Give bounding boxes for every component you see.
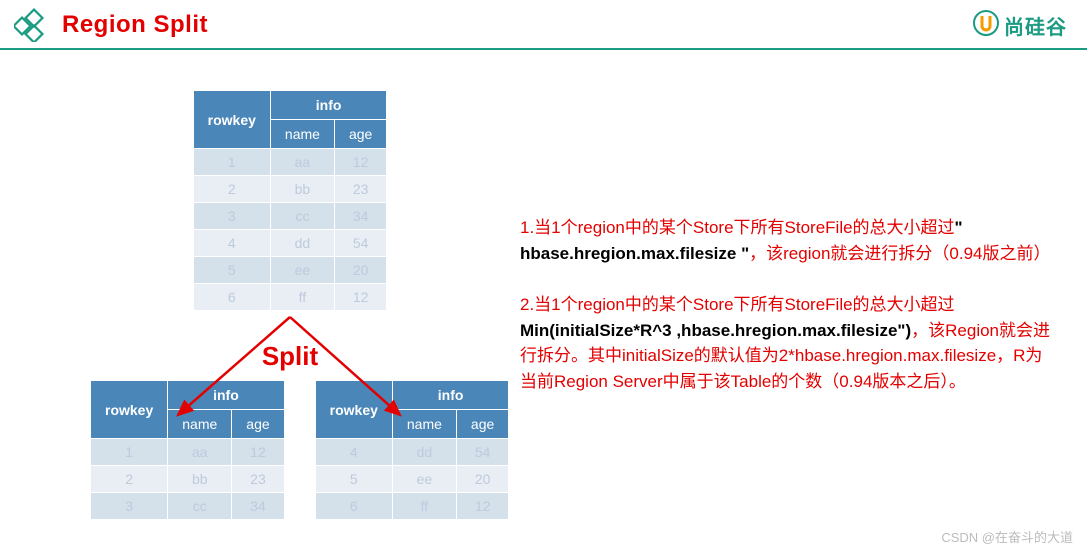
table-row: 4dd54 — [315, 439, 509, 466]
content: rowkey info name age 1aa122bb233cc344dd5… — [0, 50, 1087, 530]
th-rowkey: rowkey — [315, 381, 392, 439]
cell-age: 20 — [334, 257, 386, 284]
th-info: info — [392, 381, 508, 410]
cell-name: dd — [270, 230, 334, 257]
right-table: rowkey info name age 4dd545ee206ff12 — [315, 380, 510, 520]
cell-rowkey: 4 — [193, 230, 270, 257]
th-info: info — [270, 91, 386, 120]
table-row: 1aa12 — [91, 439, 285, 466]
cell-name: aa — [168, 439, 232, 466]
cell-age: 12 — [456, 493, 508, 520]
cell-name: bb — [168, 466, 232, 493]
rules-panel: 1.当1个region中的某个Store下所有StoreFile的总大小超过" … — [520, 90, 1057, 520]
table-row: 5ee20 — [315, 466, 509, 493]
cell-rowkey: 3 — [193, 203, 270, 230]
table-row: 3cc34 — [193, 203, 387, 230]
cell-rowkey: 1 — [193, 149, 270, 176]
cell-rowkey: 2 — [91, 466, 168, 493]
cell-rowkey: 6 — [193, 284, 270, 311]
logo-icon — [14, 8, 48, 42]
cell-rowkey: 3 — [91, 493, 168, 520]
cell-rowkey: 4 — [315, 439, 392, 466]
top-table-body: 1aa122bb233cc344dd545ee206ff12 — [193, 149, 387, 311]
brand-icon — [972, 9, 1000, 42]
cell-age: 20 — [456, 466, 508, 493]
split-area: Split rowkey info — [90, 341, 490, 520]
diagram-area: rowkey info name age 1aa122bb233cc344dd5… — [90, 90, 490, 520]
rule-2-bold: Min(initialSize*R^3 ,hbase.hregion.max.f… — [520, 321, 911, 340]
top-table: rowkey info name age 1aa122bb233cc344dd5… — [193, 90, 388, 311]
rule-2: 2.当1个region中的某个Store下所有StoreFile的总大小超过 Mi… — [520, 292, 1057, 394]
cell-rowkey: 1 — [91, 439, 168, 466]
cell-age: 34 — [232, 493, 284, 520]
brand-text: 尚硅谷 — [1004, 11, 1067, 40]
rule-1-text-a: 1.当1个region中的某个Store下所有StoreFile的总大小超过 — [520, 218, 955, 237]
cell-name: ee — [392, 466, 456, 493]
table-row: 2bb23 — [193, 176, 387, 203]
cell-name: bb — [270, 176, 334, 203]
right-table-body: 4dd545ee206ff12 — [315, 439, 509, 520]
th-name: name — [270, 120, 334, 149]
cell-rowkey: 6 — [315, 493, 392, 520]
th-rowkey: rowkey — [193, 91, 270, 149]
cell-name: dd — [392, 439, 456, 466]
table-row: 1aa12 — [193, 149, 387, 176]
th-name: name — [168, 410, 232, 439]
cell-age: 12 — [334, 284, 386, 311]
th-age: age — [232, 410, 284, 439]
cell-age: 54 — [456, 439, 508, 466]
cell-rowkey: 5 — [193, 257, 270, 284]
cell-age: 23 — [334, 176, 386, 203]
left-table: rowkey info name age 1aa122bb233cc34 — [90, 380, 285, 520]
cell-name: cc — [270, 203, 334, 230]
table-row: 4dd54 — [193, 230, 387, 257]
table-row: 6ff12 — [315, 493, 509, 520]
cell-age: 23 — [232, 466, 284, 493]
th-name: name — [392, 410, 456, 439]
rule-1-text-b: ，该region就会进行拆分（0.94版之前） — [749, 244, 1050, 263]
cell-age: 34 — [334, 203, 386, 230]
left-table-body: 1aa122bb233cc34 — [91, 439, 285, 520]
table-row: 5ee20 — [193, 257, 387, 284]
th-age: age — [334, 120, 386, 149]
cell-age: 12 — [232, 439, 284, 466]
th-rowkey: rowkey — [91, 381, 168, 439]
header-left: Region Split — [14, 8, 208, 42]
table-row: 3cc34 — [91, 493, 285, 520]
split-label: Split — [90, 341, 490, 372]
th-age: age — [456, 410, 508, 439]
cell-age: 12 — [334, 149, 386, 176]
table-row: 2bb23 — [91, 466, 285, 493]
cell-age: 54 — [334, 230, 386, 257]
rule-1: 1.当1个region中的某个Store下所有StoreFile的总大小超过" … — [520, 215, 1057, 266]
th-info: info — [168, 381, 284, 410]
rule-2-text-a: 2.当1个region中的某个Store下所有StoreFile的总大小超过 — [520, 295, 955, 314]
page-title: Region Split — [62, 11, 208, 39]
cell-name: aa — [270, 149, 334, 176]
table-row: 6ff12 — [193, 284, 387, 311]
watermark: CSDN @在奋斗的大道 — [941, 527, 1073, 546]
cell-name: ff — [392, 493, 456, 520]
cell-name: ff — [270, 284, 334, 311]
header: Region Split 尚硅谷 — [0, 0, 1087, 50]
cell-rowkey: 2 — [193, 176, 270, 203]
brand: 尚硅谷 — [972, 9, 1067, 42]
cell-name: cc — [168, 493, 232, 520]
cell-name: ee — [270, 257, 334, 284]
cell-rowkey: 5 — [315, 466, 392, 493]
